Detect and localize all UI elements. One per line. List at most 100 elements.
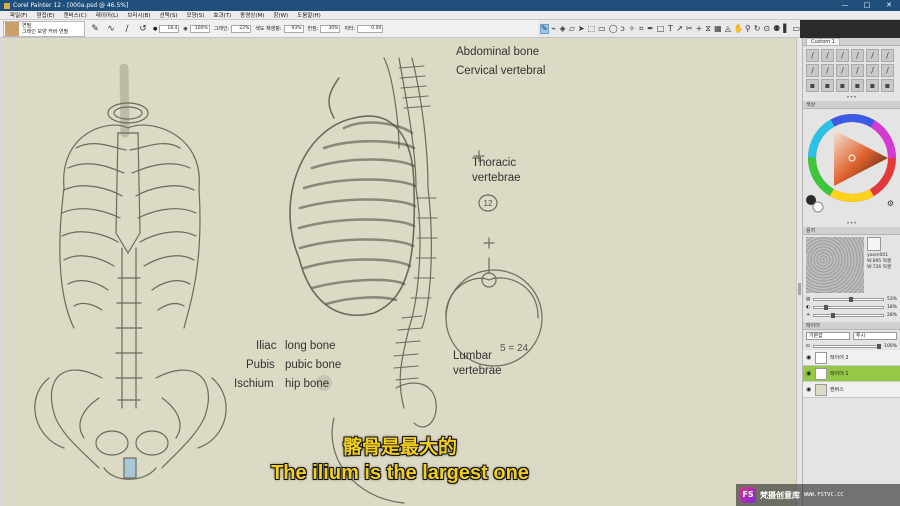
slider-knob[interactable] [877,343,882,349]
brush-preset-icon[interactable]: / [851,64,864,77]
visibility-eye-icon[interactable]: ◉ [806,370,812,377]
lasso-icon[interactable]: ↄ [620,24,626,33]
visibility-eye-icon[interactable]: ◉ [806,354,812,361]
menu-select[interactable]: 선택(S) [160,11,178,19]
menu-help[interactable]: 도움말(H) [297,11,321,19]
paper-brightness-slider[interactable]: ☀ 28% [803,311,900,319]
contrast-value: 18% [886,304,897,310]
opacity-input[interactable]: 100% [189,24,210,33]
brush-preset-icon[interactable]: ▪ [821,79,834,92]
brush-preset-icon[interactable]: ▪ [866,79,879,92]
reset-tool-icon[interactable]: ↺ [137,23,149,35]
clone-icon[interactable]: ⊙ [763,24,770,33]
add-point-icon[interactable]: + [696,24,703,33]
scissors-icon[interactable]: ✂ [686,24,693,33]
menu-brushes[interactable]: 브러시(B) [127,11,150,19]
menu-canvas[interactable]: 캔버스(C) [63,11,86,19]
brush-preset-icon[interactable]: / [881,49,894,62]
drawing-canvas[interactable]: 12 Abdominal bone Cervical vertebral Tho… [4,38,796,506]
layer-row[interactable]: ◉ 레이어 1 [803,366,900,382]
shape-select-icon[interactable]: ↗ [676,24,683,33]
sketch-number: 5 = 24 [500,343,529,354]
rotate-page-icon[interactable]: ↻ [754,24,761,33]
brush-preset-icon[interactable]: / [821,64,834,77]
perspective-icon[interactable]: ◬ [725,24,731,33]
brush-tool-icon[interactable]: ✎ [89,23,101,35]
menu-shapes[interactable]: 모양(S) [186,11,204,19]
mirror-icon[interactable]: ⧖ [705,24,711,33]
brush-preset-icon[interactable]: ▪ [881,79,894,92]
blend-mode-select[interactable]: 기본값 [806,332,850,340]
bleed-input[interactable]: 30% [320,24,341,33]
menu-edit[interactable]: 편집(E) [37,11,55,19]
magic-wand-icon[interactable]: ✧ [629,24,636,33]
dropper-icon[interactable]: ⌁ [551,24,557,33]
eraser-icon[interactable]: ▱ [569,24,575,33]
oval-select-icon[interactable]: ◯ [609,24,618,33]
magnifier-icon[interactable]: ⚲ [745,24,751,33]
crop-icon[interactable]: ⌗ [638,24,644,33]
rect-select-icon[interactable]: ▭ [598,24,606,33]
paper-scale-slider[interactable]: ▤ 53% [803,295,900,303]
divine-proportion-icon[interactable]: ▦ [714,24,722,33]
brush-preset-icon[interactable]: / [881,64,894,77]
brush-preset-icon[interactable]: / [851,49,864,62]
visibility-eye-icon[interactable]: ◉ [806,386,812,393]
brush-preset-icon[interactable]: ▪ [806,79,819,92]
layer-opacity-slider[interactable]: ⊡ 100% [803,342,900,350]
screen-mode-icon[interactable]: ▭ [792,24,800,33]
grain-input[interactable]: 22% [231,24,252,33]
slider-knob[interactable] [848,296,853,302]
menu-layers[interactable]: 레이어(L) [96,11,119,19]
scrollbar-thumb[interactable] [798,283,801,295]
menu-movie[interactable]: 동영상(M) [240,11,264,19]
text-icon[interactable]: T [667,24,673,33]
brush-preset-icon[interactable]: / [821,49,834,62]
brushes-tab[interactable]: Custom 1 [806,38,840,45]
brush-preset-icon[interactable]: / [866,64,879,77]
layer-row[interactable]: ◉ 레이어 2 [803,350,900,366]
grabber-icon[interactable]: ✋ [734,24,744,33]
brush-preset-icon[interactable]: / [836,49,849,62]
brush-preset-icon[interactable]: ▪ [851,79,864,92]
paper-library-icon[interactable] [867,237,881,251]
brush-selector[interactable]: 연필 그레인 모양 커버 연필 [3,20,85,37]
brush-preset-icon[interactable]: / [866,49,879,62]
slider-knob[interactable] [831,312,836,318]
size-input[interactable]: 18.4 [159,24,180,33]
brush-icon[interactable]: ✎ [540,23,549,34]
resaturation-input[interactable]: 93% [283,24,304,33]
brush-preset-icon[interactable]: / [836,64,849,77]
color-wheel-panel[interactable]: ⚙ [803,109,900,221]
composite-select[interactable]: 투시 [853,332,897,340]
maximize-button[interactable]: □ [856,0,878,11]
menu-file[interactable]: 파일(F) [10,11,28,19]
layer-row[interactable]: ◉ 캔버스 [803,382,900,398]
paper-contrast-slider[interactable]: ◐ 18% [803,303,900,311]
pen-icon[interactable]: ✒ [647,24,654,33]
texture-panel-title: 용지 [806,228,816,234]
stamp-icon[interactable]: ⚉ [773,24,780,33]
menu-effects[interactable]: 효과(T) [213,11,231,19]
transform-icon[interactable]: ⬚ [588,24,596,33]
layers-panel-header: 레이어 [803,322,900,330]
close-button[interactable]: ✕ [878,0,900,11]
grain-field: 그레인: 22% [214,24,252,33]
paint-bucket-icon[interactable]: ◈ [560,24,566,33]
minimize-button[interactable]: — [834,0,856,11]
paper-texture-preview[interactable] [806,237,864,293]
layer-adjuster-icon[interactable]: ➤ [578,24,585,33]
stroke-straight-icon[interactable]: ∕ [121,23,133,35]
stroke-freehand-icon[interactable]: ∿ [105,23,117,35]
rectangle-shape-icon[interactable]: □ [657,24,665,33]
jitter-input[interactable]: 0.00 [357,24,384,33]
color-wheel[interactable]: ⚙ [806,110,898,220]
lock-icon[interactable]: ⊡ [806,344,810,349]
menu-window[interactable]: 창(W) [273,11,288,19]
brush-preset-icon[interactable]: / [806,64,819,77]
color-swatch-icon[interactable]: ▌ [783,24,789,33]
slider-knob[interactable] [824,304,829,310]
brush-preset-icon[interactable]: ▪ [836,79,849,92]
contrast-slider-icon: ◐ [806,304,810,310]
brush-preset-icon[interactable]: / [806,49,819,62]
